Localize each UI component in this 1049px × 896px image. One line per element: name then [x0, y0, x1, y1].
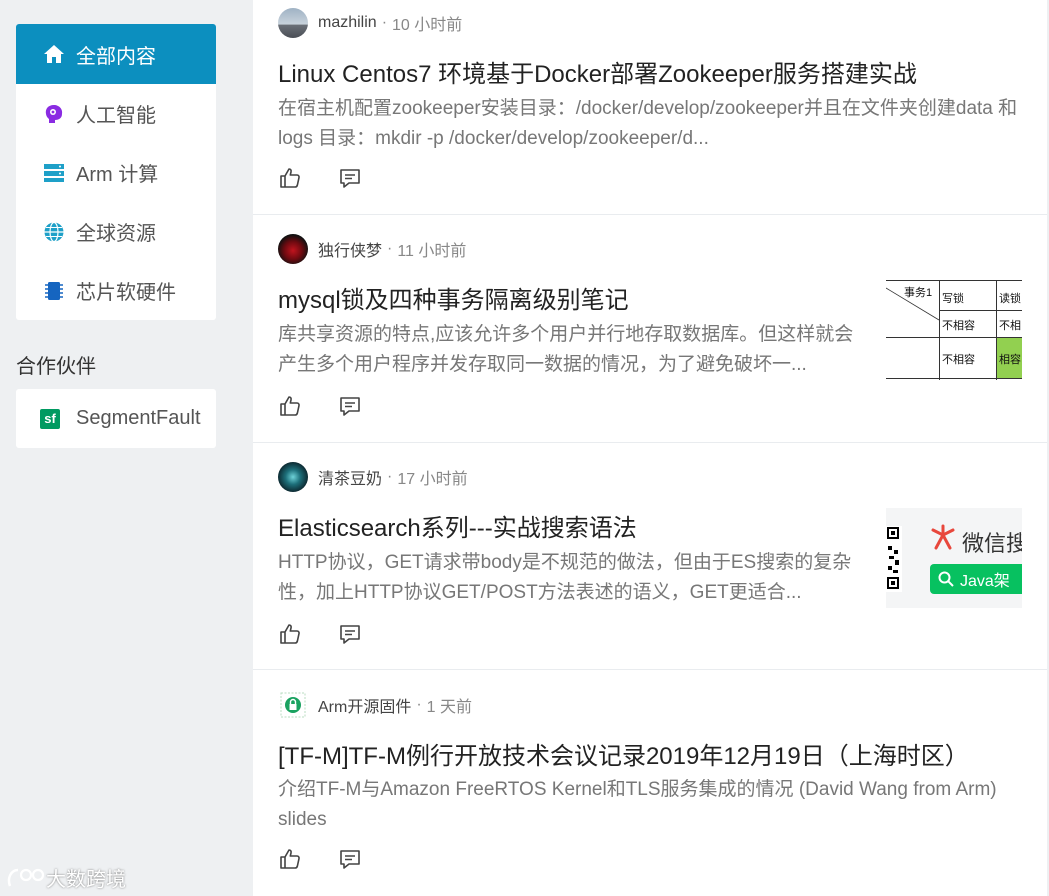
comment-icon[interactable]: [338, 394, 362, 418]
post-title[interactable]: Elasticsearch系列---实战搜索语法: [278, 508, 637, 543]
sidebar-item-all[interactable]: 全部内容: [16, 24, 216, 84]
watermark-logo-icon: [7, 868, 45, 886]
thumbnail-text: 相容: [999, 354, 1021, 366]
lock-badge-icon: [280, 692, 306, 718]
author-name[interactable]: 独行侠梦: [318, 237, 382, 261]
list-item: mazhilin · 10 小时前 Linux Centos7 环境基于Dock…: [253, 0, 1047, 215]
post-excerpt: 在宿主机配置zookeeper安装目录：/docker/develop/zook…: [278, 98, 1018, 149]
category-menu: 全部内容 人工智能 Arm 计算 全球资源 芯片软硬件: [16, 24, 216, 320]
sidebar-item-global[interactable]: 全球资源: [16, 202, 216, 261]
thumbs-up-icon[interactable]: [278, 166, 302, 190]
post-excerpt: HTTP协议，GET请求带body是不规范的做法，但由于ES搜索的复杂性，加上H…: [278, 552, 852, 603]
thumbs-up-icon[interactable]: [278, 622, 302, 646]
comment-icon[interactable]: [338, 166, 362, 190]
post-actions: [278, 166, 398, 190]
sidebar-item-ai[interactable]: 人工智能: [16, 84, 216, 143]
sidebar: 全部内容 人工智能 Arm 计算 全球资源 芯片软硬件 合作伙伴 sf Segm…: [16, 24, 216, 448]
watermark: 大数跨境: [6, 863, 126, 892]
post-thumbnail[interactable]: 事务1 写锁 读锁 不相容 不相 不相容 相容: [886, 280, 1022, 380]
thumbnail-search-box: Java架: [930, 564, 1022, 594]
author-name[interactable]: mazhilin: [318, 14, 377, 32]
thumbnail-text: Java架: [960, 573, 1010, 590]
post-time: 17 小时前: [397, 471, 468, 488]
list-item: 清茶豆奶 · 17 小时前 Elasticsearch系列---实战搜索语法 H…: [253, 442, 1047, 670]
sidebar-item-label: 全部内容: [76, 45, 156, 68]
thumbnail-text: 微信搜: [962, 531, 1022, 556]
post-title[interactable]: mysql锁及四种事务隔离级别笔记: [278, 280, 629, 315]
segmentfault-logo-icon: sf: [40, 408, 60, 429]
post-excerpt: 介绍TF-M与Amazon FreeRTOS Kernel和TLS服务集成的情况…: [278, 779, 997, 830]
thumbs-up-icon[interactable]: [278, 847, 302, 871]
post-excerpt: 库共享资源的特点,应该允许多个用户并行地存取数据库。但这样就会产生多个用户程序并…: [278, 324, 854, 375]
article-feed: mazhilin · 10 小时前 Linux Centos7 环境基于Dock…: [253, 0, 1047, 896]
chip-icon: [40, 279, 68, 303]
author-name[interactable]: 清茶豆奶: [318, 465, 382, 489]
post-title[interactable]: [TF-M]TF-M例行开放技术会议记录2019年12月19日（上海时区）: [278, 736, 969, 771]
thumbnail-text: 不相: [999, 320, 1021, 332]
partner-label: SegmentFault: [76, 407, 201, 429]
thumbs-up-icon[interactable]: [278, 394, 302, 418]
avatar[interactable]: [278, 8, 308, 38]
comment-icon[interactable]: [338, 622, 362, 646]
thumbnail-text: 不相容: [942, 354, 975, 366]
post-time: 1 天前: [426, 699, 473, 716]
avatar[interactable]: [278, 234, 308, 264]
post-actions: [278, 622, 398, 646]
partners-title: 合作伙伴: [16, 356, 96, 378]
comment-icon[interactable]: [338, 847, 362, 871]
post-time: 11 小时前: [397, 243, 467, 260]
meta-separator: ·: [381, 14, 388, 31]
list-item: Arm开源固件 · 1 天前 [TF-M]TF-M例行开放技术会议记录2019年…: [253, 669, 1047, 896]
thumbnail-table: 事务1 写锁 读锁 不相容 不相 不相容 相容: [886, 280, 1022, 380]
meta-separator: ·: [387, 240, 393, 257]
thumbnail-text: 写锁: [942, 293, 964, 305]
post-actions: [278, 847, 398, 871]
watermark-text: 大数跨境: [46, 869, 126, 891]
sidebar-item-chip[interactable]: 芯片软硬件: [16, 261, 216, 320]
meta-separator: ·: [387, 468, 393, 485]
post-meta: mazhilin · 10 小时前: [278, 8, 462, 38]
server-icon: [40, 161, 68, 185]
author-name[interactable]: Arm开源固件: [318, 693, 411, 717]
post-title[interactable]: Linux Centos7 环境基于Docker部署Zookeeper服务搭建实…: [278, 54, 917, 89]
sidebar-item-label: 全球资源: [76, 223, 156, 245]
thumbnail-text: 事务1: [904, 287, 933, 299]
post-thumbnail[interactable]: 微信搜 Java架: [886, 508, 1022, 608]
qr-code-icon: [886, 526, 902, 592]
home-icon: [40, 42, 68, 66]
post-meta: 独行侠梦 · 11 小时前: [278, 234, 466, 264]
sidebar-item-label: 芯片软硬件: [76, 282, 176, 304]
post-meta: 清茶豆奶 · 17 小时前: [278, 462, 468, 492]
globe-icon: [40, 220, 68, 244]
thumbnail-text: 读锁: [999, 293, 1021, 305]
partner-segmentfault[interactable]: sf SegmentFault: [16, 389, 216, 448]
wechat-search-logo-icon: [931, 524, 955, 550]
post-time: 10 小时前: [392, 17, 463, 34]
search-icon: [938, 571, 954, 587]
sidebar-item-label: Arm 计算: [76, 164, 159, 186]
post-meta: Arm开源固件 · 1 天前: [278, 690, 472, 720]
thumbnail-text: 不相容: [942, 320, 975, 332]
post-actions: [278, 394, 398, 418]
meta-separator: ·: [416, 696, 422, 713]
list-item: 独行侠梦 · 11 小时前 mysql锁及四种事务隔离级别笔记 库共享资源的特点…: [253, 214, 1047, 443]
brain-icon: [40, 102, 68, 126]
sidebar-item-arm[interactable]: Arm 计算: [16, 143, 216, 202]
avatar[interactable]: [278, 462, 308, 492]
avatar[interactable]: [278, 690, 308, 720]
sidebar-item-label: 人工智能: [76, 105, 156, 127]
